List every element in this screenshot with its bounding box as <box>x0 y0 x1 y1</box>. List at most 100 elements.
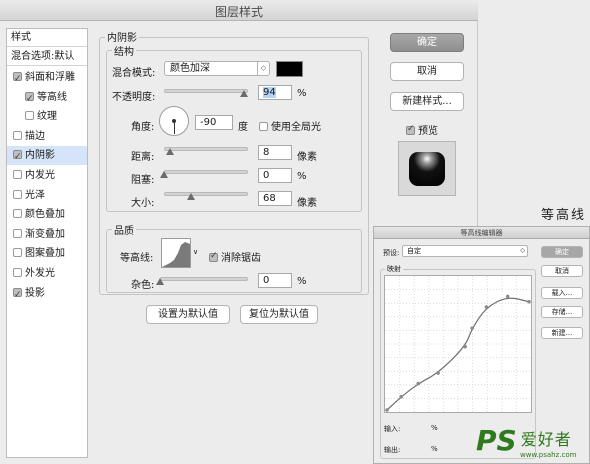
reset-default-button[interactable]: 复位为默认值 <box>240 305 318 324</box>
distance-input[interactable]: 8 <box>258 145 292 160</box>
opacity-slider[interactable] <box>164 89 248 93</box>
style-item-label: 光泽 <box>25 189 45 201</box>
style-item-checkbox[interactable] <box>25 90 34 109</box>
style-item[interactable]: 光泽 <box>7 186 87 205</box>
contour-annotation-text: 等高线 <box>541 208 587 223</box>
style-item-checkbox[interactable] <box>25 111 34 121</box>
style-item-checkbox[interactable] <box>13 268 22 277</box>
contour-load-button[interactable]: 载入... <box>541 287 583 299</box>
style-item[interactable]: 图案叠加 <box>7 244 87 263</box>
style-item-label: 图案叠加 <box>25 248 65 260</box>
curve-point[interactable] <box>436 371 440 375</box>
curve-point[interactable] <box>484 305 489 309</box>
size-slider[interactable] <box>164 192 248 196</box>
curve-point[interactable] <box>385 408 389 412</box>
style-item[interactable]: 纹理 <box>7 107 87 126</box>
style-item-checkbox[interactable] <box>13 189 22 199</box>
noise-slider-thumb[interactable] <box>156 278 164 286</box>
watermark-url: www.psahz.com <box>520 451 577 459</box>
angle-unit: 度 <box>238 122 248 133</box>
angle-dial-center <box>172 119 176 123</box>
angle-input[interactable]: -90 <box>195 115 233 130</box>
preview-checkbox-box[interactable] <box>406 124 415 135</box>
style-item[interactable]: 描边 <box>7 127 87 146</box>
style-item-label: 投影 <box>25 287 45 299</box>
contour-dropdown-icon[interactable]: ∨ <box>193 248 198 256</box>
contour-curve[interactable] <box>385 276 531 412</box>
style-item[interactable]: 内发光 <box>7 166 87 185</box>
style-item[interactable]: 等高线 <box>7 88 87 109</box>
style-item-checkbox[interactable] <box>13 286 22 305</box>
curve-point[interactable] <box>505 294 510 299</box>
antialias-checkbox-box[interactable] <box>209 251 218 262</box>
contour-ok-button[interactable]: 确定 <box>541 246 583 258</box>
contour-new-button[interactable]: 新建... <box>541 327 583 339</box>
distance-slider[interactable] <box>164 147 248 151</box>
contour-editor-title: 等高线编辑器 <box>374 227 589 239</box>
opacity-input[interactable]: 94 <box>258 85 292 100</box>
contour-save-button[interactable]: 存储... <box>541 306 583 318</box>
style-item-label: 纹理 <box>37 111 57 123</box>
output-label: 输出: <box>384 446 401 454</box>
angle-label: 角度: <box>131 122 155 133</box>
distance-unit: 像素 <box>297 152 317 163</box>
new-style-button[interactable]: 新建样式... <box>390 92 464 111</box>
opacity-unit: % <box>297 88 307 99</box>
contour-curve-grid[interactable] <box>384 275 532 413</box>
global-light-checkbox[interactable]: 使用全局光 <box>259 118 321 133</box>
style-item[interactable]: 渐变叠加 <box>7 225 87 244</box>
distance-label: 距离: <box>131 152 155 163</box>
size-input[interactable]: 68 <box>258 191 292 206</box>
contour-thumbnail-curve <box>162 242 190 267</box>
style-item[interactable]: 外发光 <box>7 264 87 283</box>
antialias-checkbox[interactable]: 消除锯齿 <box>209 249 261 264</box>
style-item-checkbox[interactable] <box>13 148 22 167</box>
style-item[interactable]: 颜色叠加 <box>7 205 87 224</box>
blend-options-item[interactable]: 混合选项:默认 <box>7 48 87 66</box>
input-label: 输入: <box>384 425 401 433</box>
style-item-checkbox[interactable] <box>13 170 22 179</box>
quality-title: 品质 <box>112 222 136 237</box>
noise-slider[interactable] <box>160 277 248 281</box>
contour-thumbnail[interactable] <box>161 238 191 268</box>
select-arrow-icon: ◇ <box>257 62 269 75</box>
input-unit: % <box>431 424 438 432</box>
angle-dial[interactable] <box>159 106 189 136</box>
style-list-header: 样式 <box>7 29 87 47</box>
style-item-checkbox[interactable] <box>13 70 22 89</box>
size-slider-thumb[interactable] <box>187 193 195 201</box>
choke-label: 阻塞: <box>131 175 155 186</box>
choke-input[interactable]: 0 <box>258 168 292 183</box>
preset-dropdown-icon: ◇ <box>520 247 525 254</box>
cancel-button[interactable]: 取消 <box>390 62 464 81</box>
contour-cancel-button[interactable]: 取消 <box>541 265 583 277</box>
noise-input[interactable]: 0 <box>258 273 292 288</box>
watermark-cn: 爱好者 <box>520 430 572 449</box>
preset-select[interactable]: 自定 ◇ <box>402 245 528 257</box>
curve-point[interactable] <box>527 299 531 304</box>
style-item-checkbox[interactable] <box>13 209 22 219</box>
preview-checkbox[interactable]: 预览 <box>406 122 438 137</box>
style-item-checkbox[interactable] <box>13 248 22 258</box>
shadow-color-swatch[interactable] <box>276 61 303 77</box>
curve-point[interactable] <box>416 381 421 386</box>
distance-slider-thumb[interactable] <box>166 148 174 156</box>
curve-point[interactable] <box>463 344 467 349</box>
choke-slider[interactable] <box>164 170 248 174</box>
style-item-checkbox[interactable] <box>13 228 22 238</box>
blend-mode-select[interactable]: 颜色加深 ◇ <box>164 61 270 76</box>
style-item[interactable]: 斜面和浮雕 <box>7 68 87 89</box>
style-item[interactable]: 内阴影 <box>7 146 87 167</box>
output-unit: % <box>431 445 438 453</box>
choke-slider-thumb[interactable] <box>160 171 168 179</box>
global-light-checkbox-box[interactable] <box>259 122 268 131</box>
style-item[interactable]: 投影 <box>7 284 87 305</box>
ok-button[interactable]: 确定 <box>390 33 464 52</box>
blend-mode-label: 混合模式: <box>112 68 156 79</box>
set-default-button[interactable]: 设置为默认值 <box>146 305 230 324</box>
curve-point[interactable] <box>399 395 403 399</box>
opacity-slider-thumb[interactable] <box>240 90 248 98</box>
style-item-label: 描边 <box>25 130 45 142</box>
curve-point[interactable] <box>470 326 474 330</box>
style-item-checkbox[interactable] <box>13 130 22 140</box>
